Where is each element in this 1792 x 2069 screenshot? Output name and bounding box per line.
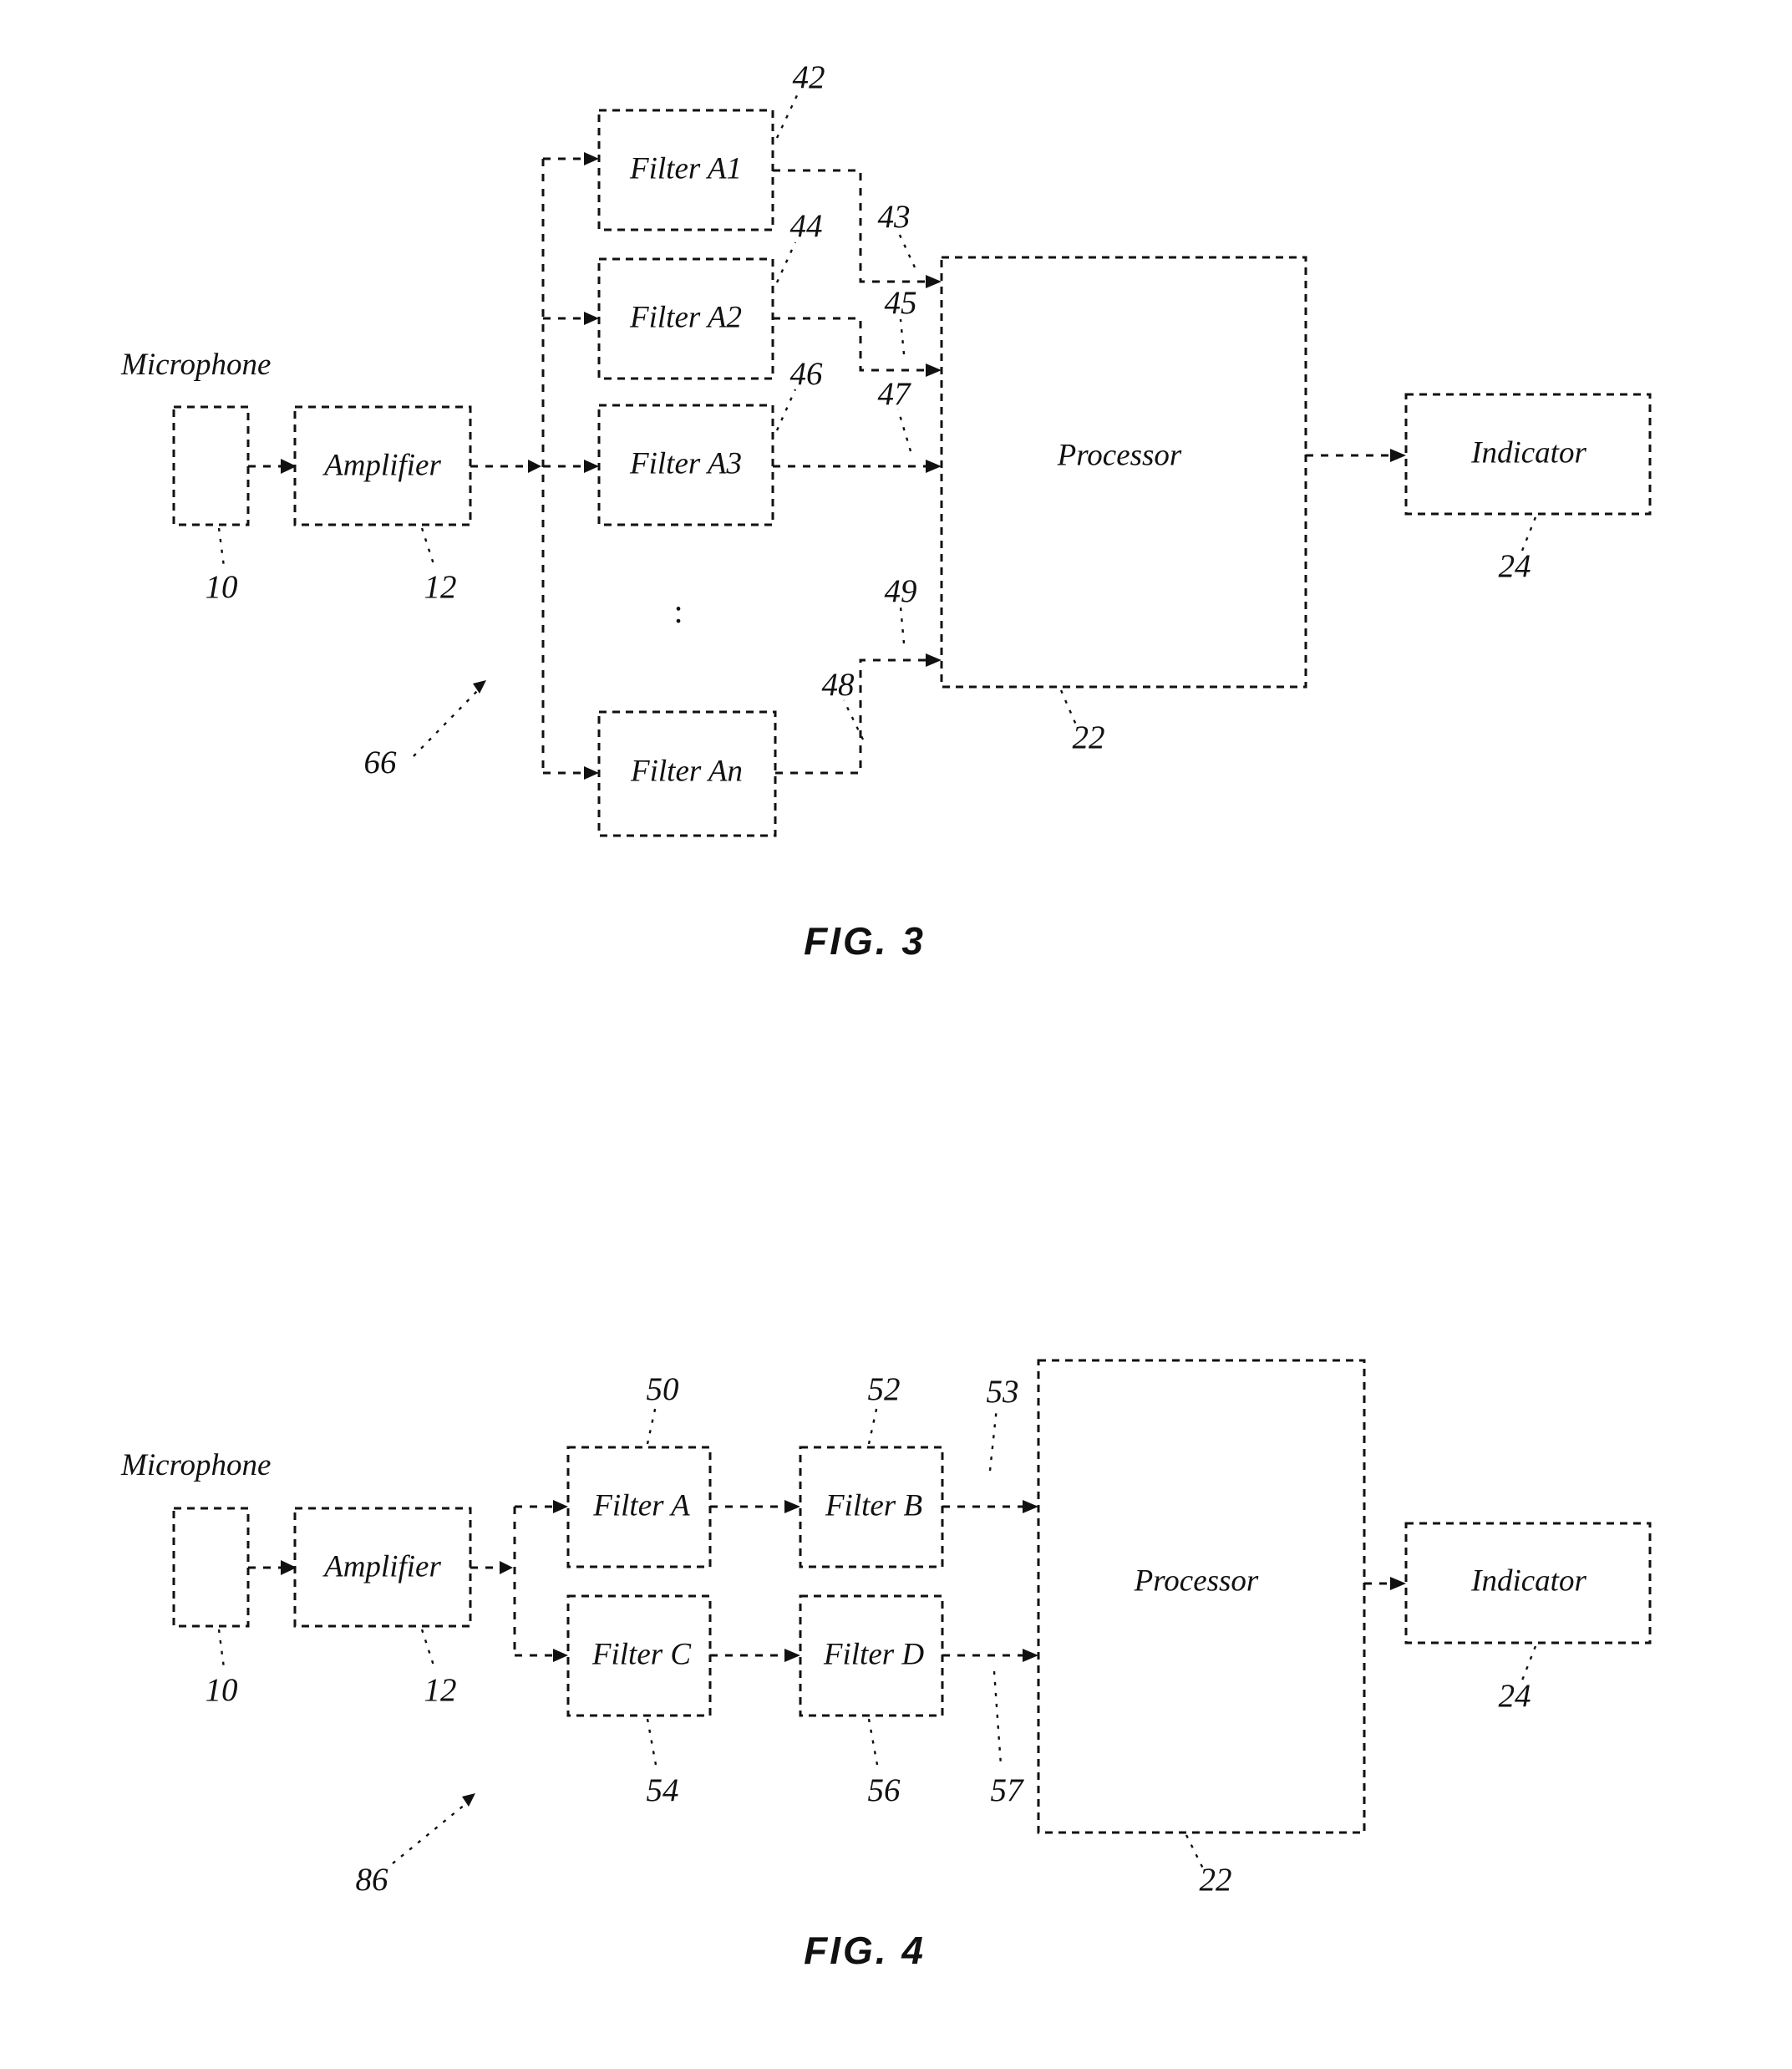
- fig4-lead-12: [420, 1629, 436, 1669]
- fig4-title: FIG. 4: [804, 1929, 926, 1972]
- fig4-filter-a-label: Filter A: [592, 1488, 690, 1523]
- fig4-microphone-box[interactable]: [172, 1507, 250, 1628]
- fig4-arrow-bus-to-c: [553, 1649, 568, 1662]
- fig4-ref-52: 52: [868, 1371, 901, 1407]
- fig4-arrow-a-to-b: [784, 1500, 800, 1513]
- fig4-lead-57: [992, 1670, 1003, 1766]
- fig4-ref-12: 12: [424, 1672, 457, 1708]
- fig4-arrow-b-to-processor: [1023, 1500, 1038, 1513]
- fig4-lead-10: [217, 1629, 226, 1669]
- fig4-microphone-caption: Microphone: [120, 1448, 271, 1482]
- fig4-lead-53: [988, 1407, 998, 1472]
- fig4-lead-86: [392, 1800, 470, 1864]
- fig4-lead-56: [867, 1718, 879, 1766]
- fig4-ref-86: 86: [356, 1862, 389, 1898]
- fig4-filter-d-label: Filter D: [823, 1637, 925, 1671]
- fig4-arrow-processor-to-indicator: [1390, 1577, 1406, 1590]
- fig4-arrow-bus-to-a: [553, 1500, 568, 1513]
- fig4-ref-56: 56: [868, 1772, 901, 1808]
- fig4-amplifier-label: Amplifier: [322, 1549, 441, 1584]
- fig4-lead-52: [867, 1405, 879, 1445]
- fig4-lead-54: [646, 1718, 657, 1766]
- fig4-ref-10: 10: [206, 1672, 238, 1708]
- fig4-ref-50: 50: [647, 1371, 679, 1407]
- fig4-ref-53: 53: [987, 1374, 1019, 1410]
- fig4-arrow-86: [462, 1793, 475, 1807]
- fig4-ref-22: 22: [1200, 1862, 1232, 1898]
- fig4-ref-24: 24: [1499, 1678, 1531, 1714]
- fig4-ref-57: 57: [991, 1772, 1025, 1808]
- patent-drawing-sheet: Microphone Amplifier Filter A1 Filter A2…: [0, 0, 1792, 2069]
- fig4-lead-50: [646, 1405, 657, 1445]
- figure-4: Microphone Amplifier Filter A Filter B F…: [120, 1359, 1652, 1972]
- fig4-arrow-amp-out: [500, 1561, 513, 1574]
- fig4-processor-label: Processor: [1134, 1563, 1259, 1598]
- fig4-filter-c-label: Filter C: [591, 1637, 693, 1671]
- fig4-ref-54: 54: [647, 1772, 679, 1808]
- fig4-arrow-d-to-processor: [1023, 1649, 1038, 1662]
- fig4-arrow-c-to-d: [784, 1649, 800, 1662]
- fig4-indicator-label: Indicator: [1470, 1563, 1586, 1598]
- fig4-filter-b-label: Filter B: [825, 1488, 922, 1523]
